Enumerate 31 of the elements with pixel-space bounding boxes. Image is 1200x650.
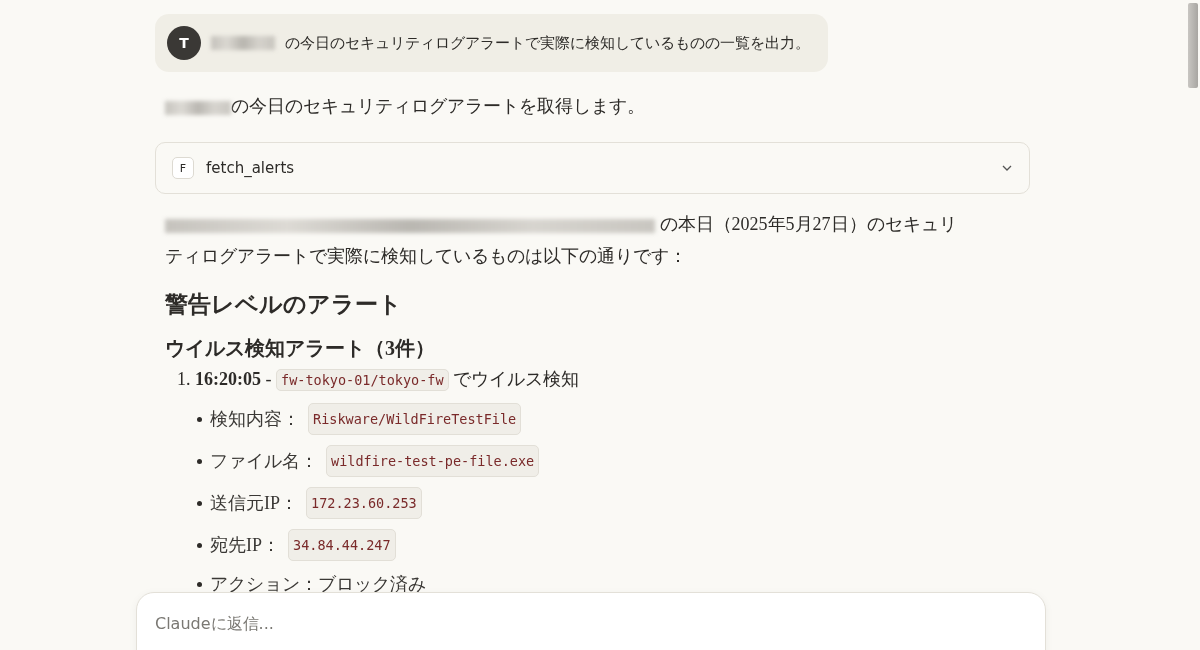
list-number: 1. [177, 369, 191, 389]
reply-field[interactable]: Claudeに返信... [153, 613, 757, 634]
tool-name: fetch_alerts [206, 159, 295, 177]
reply-box[interactable]: Claudeに返信... [136, 592, 1046, 650]
device-code: fw-tokyo-01/tokyo-fw [276, 369, 449, 391]
detail-label: 検知内容： [210, 408, 300, 431]
bullet-icon [197, 458, 202, 464]
response-text: の今日のセキュリティログアラートを取得します。 [231, 96, 645, 116]
bullet-icon [197, 416, 202, 422]
separator: - [264, 369, 273, 389]
bullet-icon [197, 581, 202, 587]
function-icon: F [172, 157, 194, 179]
bullet-icon [197, 542, 202, 548]
detail-label: 送信元IP： [210, 492, 298, 515]
detail-code: 172.23.60.253 [306, 487, 422, 519]
summary-text: ティログアラートで実際に検知しているものは以下の通りです： [165, 246, 687, 266]
detail-code: wildfire-test-pe-file.exe [326, 445, 540, 477]
detail-code: Riskware/WildFireTestFile [308, 403, 522, 435]
alert-time: 16:20:05 [195, 369, 261, 389]
tool-call-panel[interactable]: F fetch_alerts [155, 142, 1030, 194]
section-heading: 警告レベルのアラート [164, 291, 403, 319]
alert-text: でウイルス検知 [452, 369, 580, 389]
detail-label: ファイル名： [210, 450, 318, 473]
subsection-heading: ウイルス検知アラート（3件） [164, 336, 436, 361]
detail-code: 34.84.44.247 [288, 529, 396, 561]
user-avatar: T [167, 26, 201, 60]
summary-text: の本日（2025年5月27日）のセキュリ [658, 214, 957, 234]
detail-label: 宛先IP： [210, 534, 280, 557]
message-text: の今日のセキュリティログアラートで実際に検知しているものの一覧を出力。 [285, 33, 810, 53]
bullet-icon [197, 500, 202, 506]
scrollbar[interactable] [1188, 3, 1198, 88]
